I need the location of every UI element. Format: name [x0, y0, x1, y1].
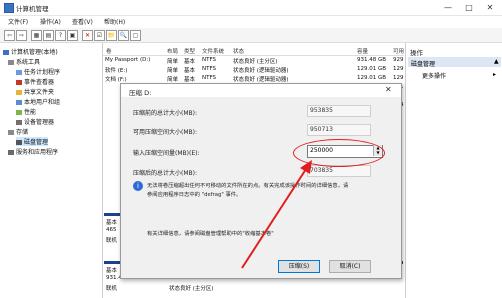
annotation-arrow: [241, 160, 312, 269]
